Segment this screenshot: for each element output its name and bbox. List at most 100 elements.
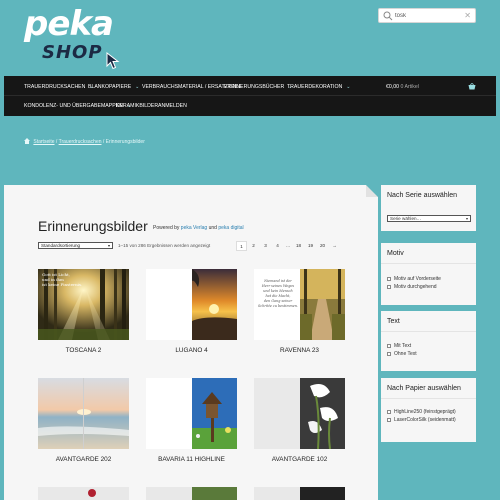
breadcrumb-trauerdrucksachen-link[interactable]: Trauerdrucksachen: [59, 139, 102, 145]
cart-summary[interactable]: €0,00 0 Artikel: [386, 84, 419, 90]
widget-divider: [381, 263, 476, 264]
shopping-basket-icon[interactable]: [468, 82, 476, 90]
wayside-shrine-image: [146, 378, 237, 449]
peka-digital-link[interactable]: peka digital: [218, 225, 243, 231]
option-label: Ohne Text: [394, 351, 417, 357]
next-page-arrow[interactable]: →: [329, 241, 340, 251]
papier-filter-widget: Nach Papier auswählen HighLine250 (feins…: [381, 378, 476, 442]
nav-item-keramikbilder[interactable]: Keramikbilder: [116, 103, 158, 109]
page-link[interactable]: 2: [248, 241, 259, 251]
breadcrumb-separator: /: [55, 139, 58, 145]
product-image-partial[interactable]: [146, 487, 237, 500]
clear-search-icon[interactable]: ✕: [464, 10, 471, 22]
nav-item-trauerdekoration[interactable]: Trauerdekoration ⌄: [287, 84, 350, 90]
product-card[interactable]: AVANTGARDE 102: [254, 378, 345, 463]
search-input[interactable]: [395, 10, 461, 22]
option-label: HighLine250 (feinstgeprägt): [394, 409, 456, 415]
cart-price: €0,00: [386, 84, 399, 90]
option-label: Mit Text: [394, 343, 412, 349]
serie-select[interactable]: Serie wählen… ▾: [387, 215, 471, 222]
product-image[interactable]: Niemand ist der Herr seines Weges und ke…: [254, 269, 345, 340]
motiv-filter-widget: Motiv Motiv auf Vorderseite Motiv durchg…: [381, 243, 476, 305]
product-name[interactable]: LUGANO 4: [146, 347, 237, 354]
checkbox[interactable]: [387, 284, 391, 289]
filter-option-motiv-durchgehend[interactable]: Motiv durchgehend: [387, 284, 437, 290]
page-fold-corner: [366, 185, 378, 197]
nav-item-anmelden[interactable]: Anmelden: [158, 103, 187, 109]
logo-shop-text: SHOP: [42, 42, 103, 63]
product-card[interactable]: BAVARIA 11 HighLine: [146, 378, 237, 463]
serie-select-value: Serie wählen…: [390, 216, 422, 221]
pagination: 1 2 3 4 … 18 19 20 →: [236, 241, 340, 251]
page-ellipsis: …: [285, 243, 291, 248]
filter-option-mit-text[interactable]: Mit Text: [387, 343, 411, 349]
nav-item-erinnerungsbuecher[interactable]: Erinnerungsbücher ⌄: [224, 84, 292, 90]
checkbox[interactable]: [387, 351, 391, 356]
sunset-image: [146, 269, 237, 340]
sort-select[interactable]: Standardsortierung ▾: [38, 242, 113, 249]
widget-title: Nach Serie auswählen: [387, 192, 458, 199]
page-link[interactable]: 4: [272, 241, 283, 251]
checkbox[interactable]: [387, 276, 391, 281]
card-verse: Niemand ist der Herr seines Weges und ke…: [257, 279, 299, 308]
breadcrumb-separator: /: [102, 139, 105, 145]
product-search[interactable]: ✕: [378, 8, 476, 23]
breadcrumb-home-link[interactable]: Startseite: [33, 139, 54, 145]
calla-lily-image: [254, 378, 345, 449]
peka-shop-logo[interactable]: peka SHOP: [24, 4, 124, 70]
text-filter-widget: Text Mit Text Ohne Text: [381, 311, 476, 371]
logo-peka-text: peka: [24, 4, 114, 44]
option-label: Motiv durchgehend: [394, 284, 437, 290]
breadcrumb: Startseite / Trauerdrucksachen / Erinner…: [24, 138, 145, 145]
product-name[interactable]: AVANTGARDE 102: [254, 456, 345, 463]
product-card[interactable]: LUGANO 4: [146, 269, 237, 354]
product-name[interactable]: AVANTGARDE 202: [38, 456, 129, 463]
result-count: 1–15 von 286 Ergebnissen werden angezeig…: [118, 243, 211, 248]
widget-title: Motiv: [387, 250, 404, 257]
filter-option-ohne-text[interactable]: Ohne Text: [387, 351, 417, 357]
nav-item-trauerdrucksachen[interactable]: Trauerdrucksachen ⌄: [24, 84, 94, 90]
option-label: LaserColorSilk (seidenmatt): [394, 417, 456, 423]
nav-label: Trauerdrucksachen: [24, 84, 86, 90]
powered-by: Powered by peka Verlag und peka digital: [153, 225, 244, 231]
option-label: Motiv auf Vorderseite: [394, 276, 441, 282]
chevron-down-icon: ▾: [465, 216, 468, 221]
product-name[interactable]: BAVARIA 11 HighLine: [146, 456, 237, 463]
nav-label: Keramikbilder: [116, 103, 159, 109]
breadcrumb-current: Erinnerungsbilder: [105, 139, 145, 145]
powered-and: und: [208, 225, 217, 231]
main-navigation: Trauerdrucksachen ⌄ Blankopapiere ⌄ Verbra…: [4, 76, 496, 116]
product-image-partial[interactable]: [254, 487, 345, 500]
checkbox[interactable]: [387, 343, 391, 348]
product-name[interactable]: TOSCANA 2: [38, 347, 129, 354]
page-link[interactable]: 3: [260, 241, 271, 251]
powered-prefix: Powered by: [153, 225, 180, 231]
product-image[interactable]: [38, 378, 129, 449]
filter-option-highline250[interactable]: HighLine250 (feinstgeprägt): [387, 409, 456, 415]
widget-divider: [381, 331, 476, 332]
product-card[interactable]: Gott ist Licht, und in ihm ist keine Fin…: [38, 269, 129, 354]
widget-title: Text: [387, 318, 400, 325]
page-link[interactable]: 20: [317, 241, 328, 251]
checkbox[interactable]: [387, 409, 391, 414]
product-image[interactable]: [146, 269, 237, 340]
product-card[interactable]: AVANTGARDE 202: [38, 378, 129, 463]
peka-verlag-link[interactable]: peka Verlag: [181, 225, 207, 231]
product-card[interactable]: Niemand ist der Herr seines Weges und ke…: [254, 269, 345, 354]
cart-items: 0 Artikel: [400, 84, 419, 90]
filter-option-motiv-vorderseite[interactable]: Motiv auf Vorderseite: [387, 276, 441, 282]
product-image-partial[interactable]: [38, 487, 129, 500]
nav-item-blankopapiere[interactable]: Blankopapiere ⌄: [88, 84, 139, 90]
dark-photo-half: [300, 487, 345, 500]
card-verse: Gott ist Licht, und in ihm ist keine Fin…: [42, 272, 83, 287]
page-link[interactable]: 19: [305, 241, 316, 251]
product-image[interactable]: [254, 378, 345, 449]
product-image[interactable]: Gott ist Licht, und in ihm ist keine Fin…: [38, 269, 129, 340]
filter-option-lasercolorsilk[interactable]: LaserColorSilk (seidenmatt): [387, 417, 456, 423]
checkbox[interactable]: [387, 417, 391, 422]
page-link[interactable]: 18: [293, 241, 304, 251]
green-photo-half: [192, 487, 237, 500]
product-name[interactable]: RAVENNA 23: [254, 347, 345, 354]
nav-label: Blankopapiere: [88, 84, 132, 90]
product-image[interactable]: [146, 378, 237, 449]
